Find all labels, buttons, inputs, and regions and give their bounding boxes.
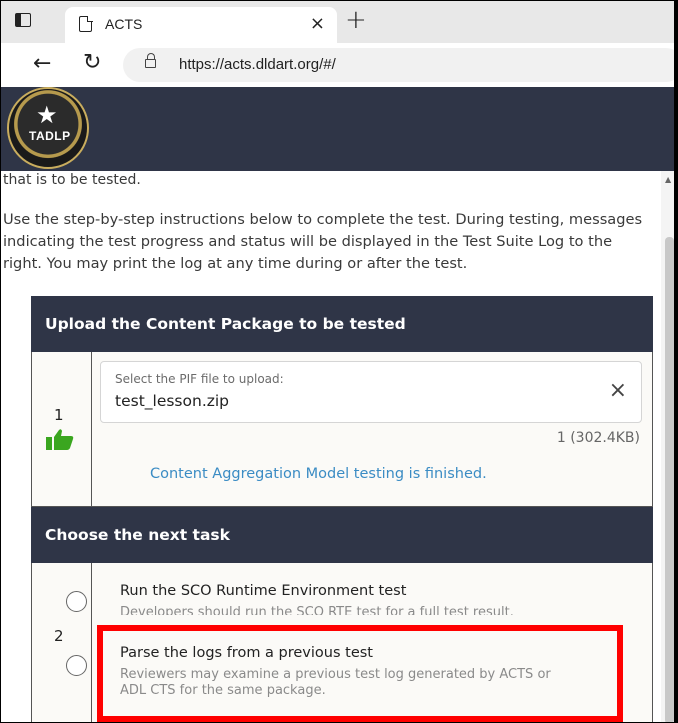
radio-sco-rte-test[interactable]: [66, 591, 87, 612]
tab-acts[interactable]: ACTS ×: [65, 7, 337, 43]
step-number: 2: [54, 627, 64, 645]
url-text[interactable]: https://acts.dldart.org/#/: [179, 56, 336, 73]
file-count: 1 (302.4KB): [556, 430, 640, 446]
tab-close-icon[interactable]: ×: [310, 13, 325, 34]
new-tab-icon[interactable]: +: [345, 5, 367, 35]
annotation-highlight-box: [97, 625, 623, 722]
upload-section-header: Upload the Content Package to be tested: [31, 296, 653, 352]
browser-window: ACTS × + ← ↻ https://acts.dldart.org/#/ …: [0, 0, 676, 723]
intro-partial-line: that is to be tested.: [3, 172, 141, 188]
radio-parse-logs[interactable]: [66, 655, 87, 676]
upload-section-body: 1 Select the PIF file to upload: test_le…: [31, 352, 653, 507]
thumbs-up-icon: [46, 429, 74, 450]
cam-status-message: Content Aggregation Model testing is fin…: [150, 466, 487, 482]
clear-file-icon[interactable]: ×: [609, 378, 627, 403]
next-task-section-header: Choose the next task: [31, 507, 653, 563]
site-header: ★ TADLP: [1, 87, 674, 171]
vertical-scrollbar[interactable]: ▲: [661, 171, 674, 722]
option-title[interactable]: Run the SCO Runtime Environment test: [120, 583, 406, 599]
reload-icon[interactable]: ↻: [83, 50, 101, 75]
tadlp-logo[interactable]: ★ TADLP: [7, 87, 89, 169]
scroll-thumb[interactable]: [665, 237, 674, 722]
file-input-value[interactable]: test_lesson.zip: [115, 392, 229, 410]
lock-icon[interactable]: [145, 53, 156, 68]
logo-text: TADLP: [29, 129, 71, 143]
pif-file-input[interactable]: Select the PIF file to upload: test_less…: [100, 361, 642, 423]
page-icon: [79, 15, 93, 32]
step-number: 1: [54, 406, 64, 424]
sidebar-toggle-icon[interactable]: [15, 13, 31, 27]
upload-section: Upload the Content Package to be tested …: [31, 296, 653, 507]
star-icon: ★: [36, 101, 58, 129]
tab-title: ACTS: [105, 16, 143, 32]
file-input-label: Select the PIF file to upload:: [115, 372, 284, 386]
address-bar-row: ← ↻ https://acts.dldart.org/#/: [1, 43, 674, 87]
option-description: Developers should run the SCO RTE test f…: [120, 605, 514, 615]
back-arrow-icon[interactable]: ←: [33, 51, 51, 76]
intro-paragraph: Use the step-by-step instructions below …: [3, 211, 643, 272]
scroll-up-icon[interactable]: ▲: [665, 175, 671, 184]
tab-strip: ACTS × +: [1, 1, 674, 43]
step-column: 1: [32, 352, 92, 506]
step-column: 2: [32, 563, 92, 722]
address-bar[interactable]: https://acts.dldart.org/#/: [123, 48, 674, 82]
